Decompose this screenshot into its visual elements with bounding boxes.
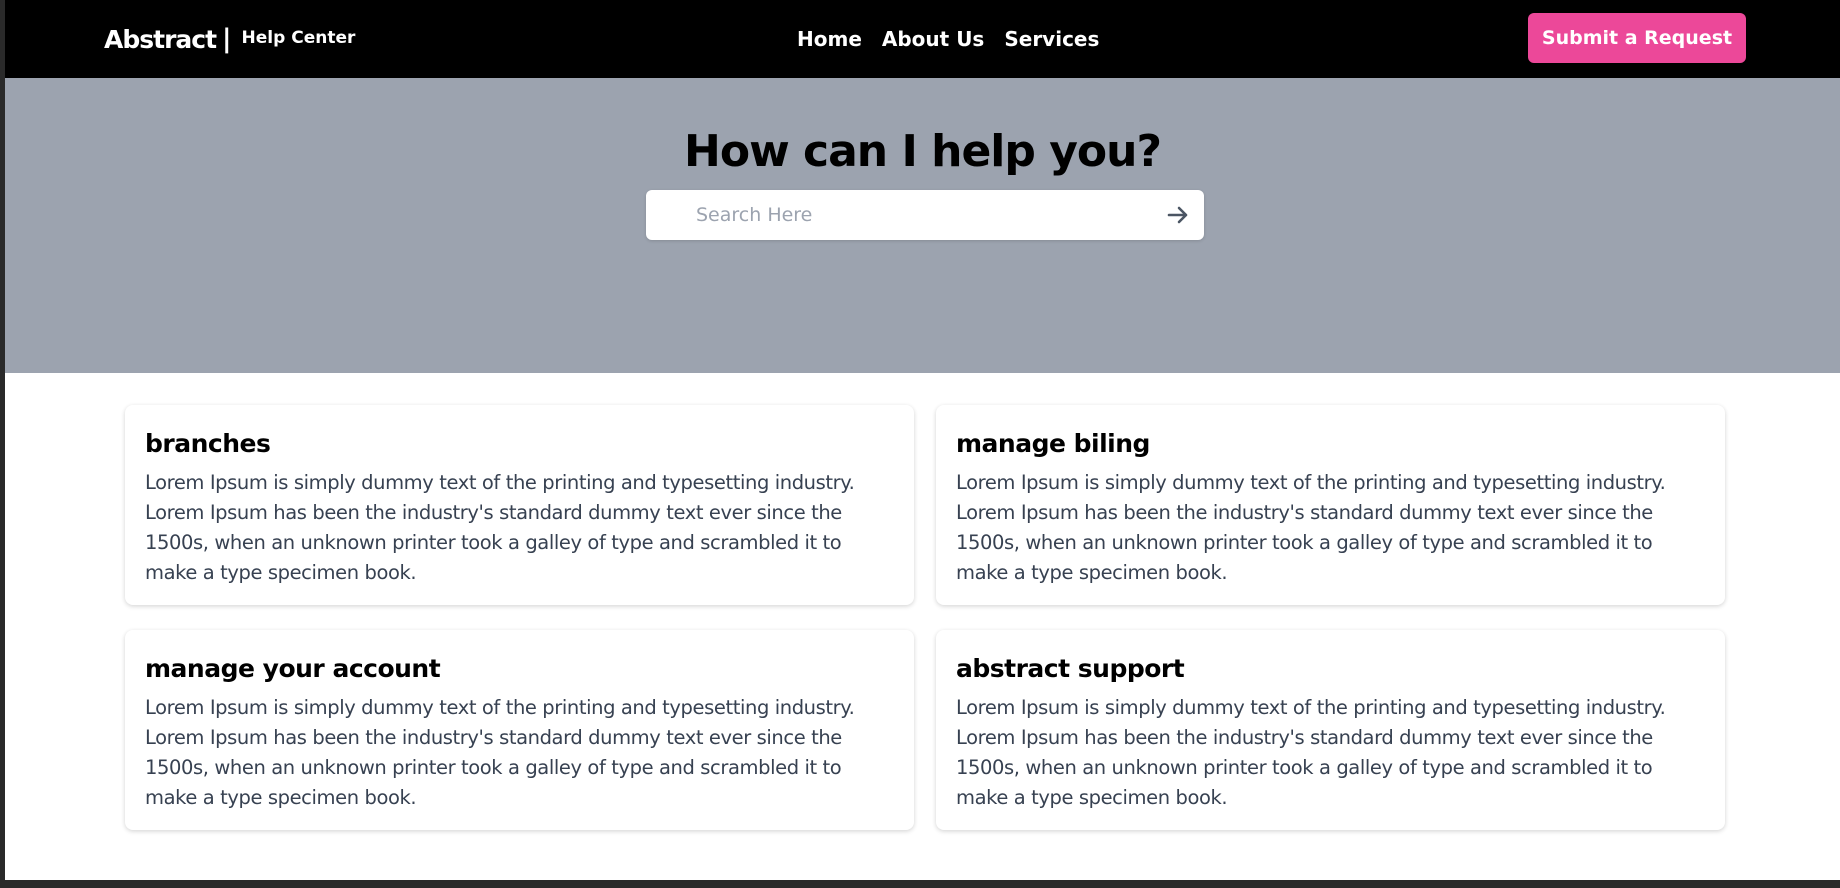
card-title: manage your account [145, 654, 441, 683]
nav-link-about-us[interactable]: About Us [882, 27, 984, 51]
topic-card-abstract-support[interactable]: abstract support Lorem Ipsum is simply d… [936, 630, 1725, 830]
brand-logo[interactable]: Abstract | Help Center [104, 0, 355, 78]
submit-request-button[interactable]: Submit a Request [1528, 13, 1746, 63]
brand-name: Abstract [104, 24, 217, 54]
card-description: Lorem Ipsum is simply dummy text of the … [956, 471, 1666, 584]
main-nav: Home About Us Services [797, 0, 1099, 78]
topic-card-manage-billing[interactable]: manage biling Lorem Ipsum is simply dumm… [936, 405, 1725, 605]
search-bar [646, 190, 1204, 240]
card-description: Lorem Ipsum is simply dummy text of the … [145, 471, 855, 584]
hero-title: How can I help you? [684, 126, 1162, 177]
nav-link-home[interactable]: Home [797, 27, 862, 51]
topic-card-branches[interactable]: branches Lorem Ipsum is simply dummy tex… [125, 405, 914, 605]
card-description: Lorem Ipsum is simply dummy text of the … [956, 696, 1666, 809]
top-navbar: Abstract | Help Center Home About Us Ser… [5, 0, 1840, 78]
topic-card-manage-account[interactable]: manage your account Lorem Ipsum is simpl… [125, 630, 914, 830]
page: Abstract | Help Center Home About Us Ser… [5, 0, 1840, 880]
hero-section: How can I help you? [5, 78, 1840, 373]
card-title: abstract support [956, 654, 1185, 683]
brand-subtitle: Help Center [241, 28, 356, 48]
card-description: Lorem Ipsum is simply dummy text of the … [145, 696, 855, 809]
brand-separator: | [222, 24, 232, 54]
search-input[interactable] [696, 190, 1136, 240]
card-title: manage biling [956, 429, 1150, 458]
nav-link-services[interactable]: Services [1004, 27, 1099, 51]
arrow-right-icon[interactable] [1166, 203, 1190, 227]
card-title: branches [145, 429, 271, 458]
